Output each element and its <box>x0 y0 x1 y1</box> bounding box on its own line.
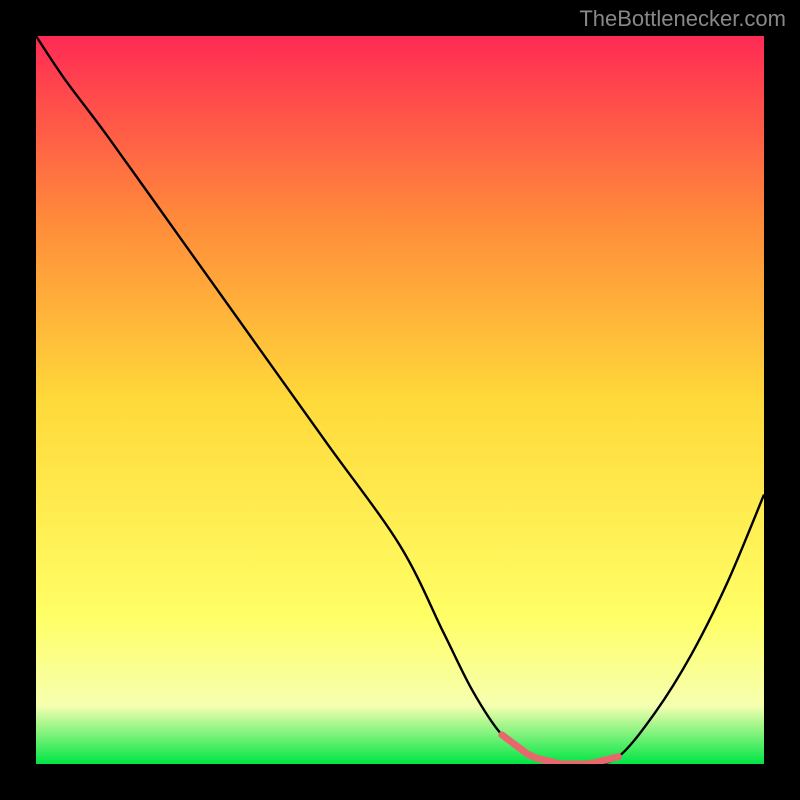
gradient-background <box>36 36 764 764</box>
plot-svg <box>36 36 764 764</box>
chart-container: TheBottlenecker.com <box>0 0 800 800</box>
watermark-label: TheBottlenecker.com <box>579 6 786 32</box>
plot-area <box>36 36 764 764</box>
